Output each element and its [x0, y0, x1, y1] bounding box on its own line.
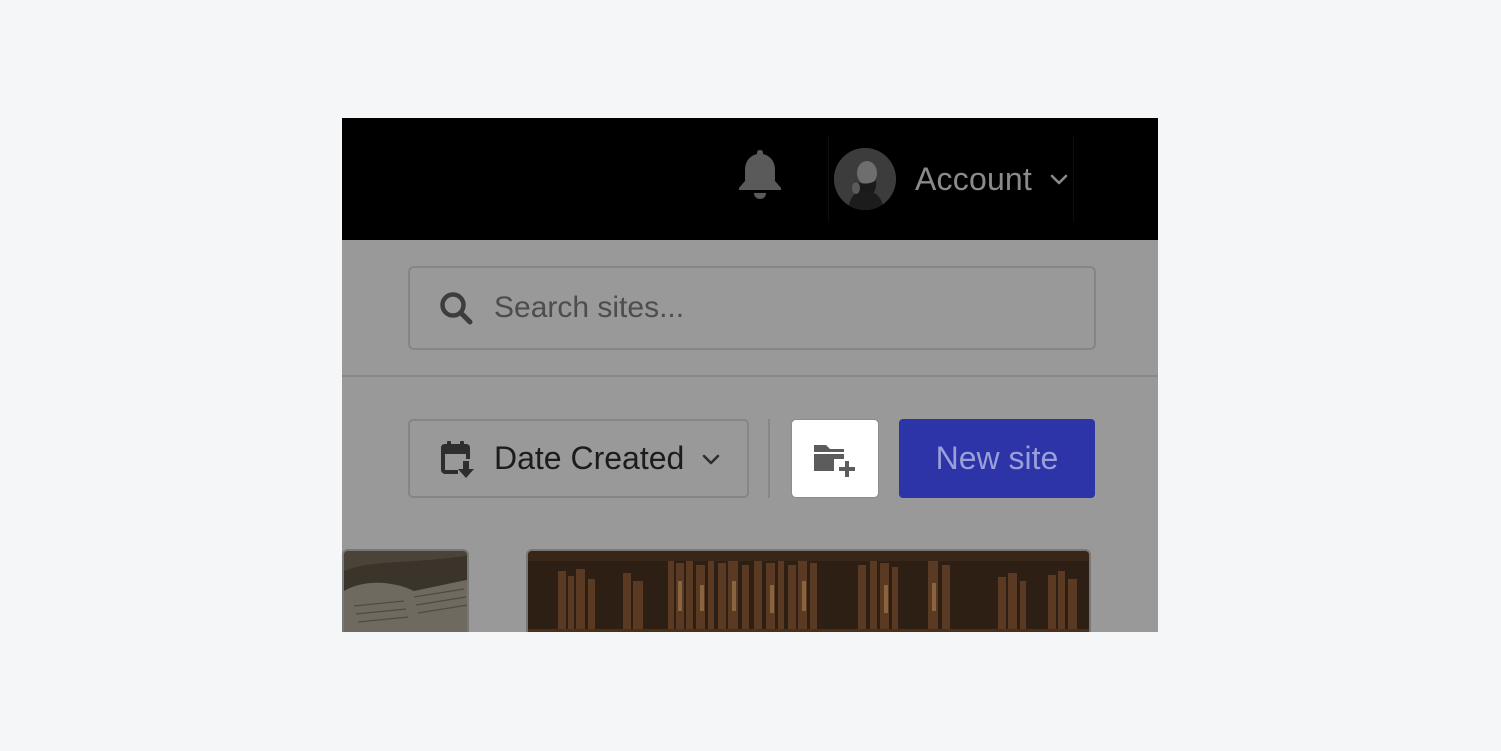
search-box — [408, 266, 1096, 350]
chevron-down-icon — [702, 453, 720, 465]
account-label: Account — [915, 160, 1033, 197]
new-folder-button[interactable] — [791, 419, 879, 498]
section-divider — [342, 375, 1158, 377]
app-window: Account Date Created — [342, 118, 1158, 632]
calendar-sort-icon — [438, 439, 478, 479]
site-thumbnail[interactable] — [342, 549, 469, 632]
top-navigation-bar: Account — [342, 118, 1158, 240]
site-thumbnail[interactable] — [526, 549, 1091, 632]
search-icon — [438, 290, 474, 326]
sort-label: Date Created — [494, 440, 685, 476]
user-avatar — [834, 148, 896, 210]
sort-dropdown[interactable]: Date Created — [408, 419, 749, 498]
new-site-button[interactable]: New site — [899, 419, 1095, 498]
account-menu[interactable]: Account — [828, 136, 1074, 222]
search-input[interactable] — [494, 278, 1094, 338]
chevron-down-icon — [1050, 173, 1068, 185]
bell-icon[interactable] — [736, 148, 784, 200]
folder-plus-icon — [812, 441, 858, 477]
toolbar-separator — [768, 419, 770, 498]
